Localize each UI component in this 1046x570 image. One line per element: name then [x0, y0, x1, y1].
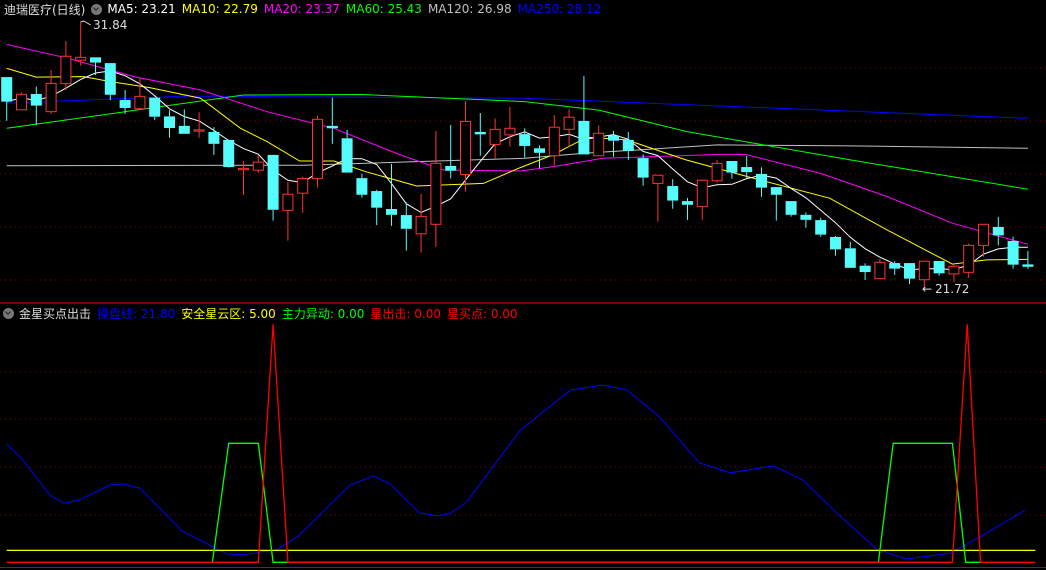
- candle-body-up: [60, 55, 72, 85]
- indicator-line-主力异动: [211, 442, 981, 563]
- legend-safe-zone: 安全星云区: 5.00: [181, 306, 276, 321]
- candle-body-down: [445, 165, 457, 171]
- candle-body-down: [164, 116, 175, 129]
- candle-body-up: [963, 244, 975, 273]
- legend-ma10: MA10: 22.79: [181, 2, 258, 16]
- candle-body-up: [312, 118, 323, 179]
- candle-body-down: [830, 236, 841, 250]
- chevron-down-icon[interactable]: [3, 307, 14, 319]
- candle-body-down: [371, 191, 383, 208]
- candle-body-up: [193, 129, 205, 132]
- candle-body-down: [844, 248, 856, 268]
- candle-body-up: [238, 167, 249, 171]
- candle-body-down: [534, 148, 545, 153]
- legend-caopanxian: 操盘线: 21.80: [97, 306, 176, 321]
- candle-body-up: [252, 161, 264, 171]
- legend-star-attack: 星出击: 0.00: [370, 306, 441, 321]
- high-price-label: 31.84: [93, 18, 128, 32]
- candle-body-down: [223, 139, 235, 168]
- candle-body-up: [430, 162, 442, 225]
- candle-body-down: [859, 265, 871, 273]
- candle-body-up: [978, 223, 989, 246]
- stock-chart-window: 迪瑞医疗(日线) MA5: 23.21 MA10: 22.79 MA20: 23…: [0, 0, 1046, 570]
- legend-ma60: MA60: 25.43: [345, 2, 422, 16]
- candle-body-up: [460, 120, 471, 175]
- candle-body-down: [933, 260, 945, 274]
- candle-body-down: [578, 120, 590, 155]
- candle-body-down: [356, 178, 368, 195]
- ma-line-ma20: [6, 43, 1029, 245]
- candle-body-up: [652, 174, 664, 184]
- candle-body-down: [667, 186, 679, 201]
- indicator-line-操盘线: [6, 384, 1026, 560]
- candle-body-up: [948, 265, 960, 275]
- candle-body-down: [608, 135, 619, 141]
- low-price-arrow: ←: [922, 282, 933, 296]
- legend-ma20: MA20: 23.37: [263, 2, 340, 16]
- candle-body-down: [149, 97, 161, 117]
- candle-body-up: [504, 127, 516, 136]
- candle-body-down: [1, 77, 13, 102]
- candle-body-down: [400, 215, 412, 229]
- candle-body-down: [992, 226, 1004, 236]
- indicator-panel-header: 金星买点出击 操盘线: 21.80 安全星云区: 5.00 主力异动: 0.00…: [3, 305, 524, 321]
- candle-body-up: [711, 162, 723, 182]
- candle-body-down: [267, 154, 279, 210]
- chart-canvas[interactable]: [0, 0, 1046, 570]
- candle-body-up: [282, 193, 294, 211]
- candle-body-down: [770, 187, 782, 195]
- candle-body-up: [696, 179, 708, 208]
- candle-body-down: [104, 63, 116, 95]
- candle-body-down: [119, 100, 131, 108]
- candle-body-up: [134, 95, 146, 110]
- candle-body-down: [622, 139, 634, 151]
- candle-body-up: [415, 215, 427, 235]
- candle-body-down: [889, 263, 901, 269]
- ma-line-ma120: [6, 144, 1028, 167]
- candle-body-up: [548, 126, 560, 157]
- candle-body-up: [45, 82, 57, 113]
- legend-main-force: 主力异动: 0.00: [281, 306, 365, 321]
- indicator-title: 金星买点出击: [19, 306, 92, 321]
- candle-body-down: [341, 138, 353, 173]
- main-panel-header: 迪瑞医疗(日线) MA5: 23.21 MA10: 22.79 MA20: 23…: [4, 1, 607, 17]
- candle-body-down: [785, 201, 797, 215]
- candle-body-up: [297, 177, 309, 194]
- indicator-line-星出击: [6, 324, 1036, 563]
- legend-ma120: MA120: 26.98: [427, 2, 512, 16]
- candle-body-down: [815, 220, 827, 235]
- candle-body-up: [75, 56, 87, 61]
- candle-body-up: [874, 261, 886, 280]
- candle-body-down: [386, 208, 397, 215]
- candle-body-down: [326, 125, 338, 129]
- candle-body-down: [756, 173, 767, 188]
- chevron-down-icon[interactable]: [91, 3, 103, 15]
- low-price-label: 21.72: [935, 282, 970, 296]
- legend-ma250: MA250: 28.12: [517, 2, 602, 16]
- candle-body-down: [741, 167, 753, 173]
- candle-body-down: [30, 93, 42, 106]
- candle-body-down: [800, 214, 812, 220]
- candle-body-down: [178, 125, 190, 134]
- legend-ma5: MA5: 23.21: [107, 2, 176, 16]
- candle-body-up: [593, 132, 605, 157]
- candle-body-up: [16, 93, 27, 111]
- candle-body-down: [637, 158, 649, 178]
- candle-body-down: [519, 134, 531, 146]
- candle-body-down: [208, 131, 220, 144]
- candle-body-down: [726, 160, 738, 173]
- stock-title: 迪瑞医疗(日线): [4, 2, 86, 17]
- candle-body-up: [918, 260, 930, 281]
- candle-body-down: [1007, 240, 1019, 265]
- candle-body-down: [682, 201, 693, 205]
- candle-body-down: [90, 57, 101, 63]
- high-marker-arrow: [80, 20, 91, 26]
- legend-star-buy: 星买点: 0.00: [446, 306, 518, 321]
- candle-body-down: [474, 131, 486, 135]
- candle-body-up: [489, 128, 501, 145]
- candle-body-down: [1022, 264, 1034, 267]
- candle-body-up: [563, 116, 575, 130]
- candle-body-down: [904, 263, 915, 279]
